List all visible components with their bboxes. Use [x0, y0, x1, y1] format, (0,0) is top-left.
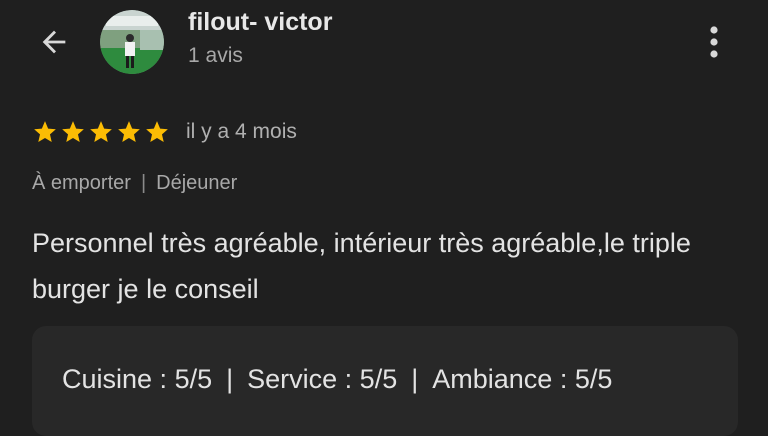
star-icon — [118, 121, 140, 142]
sub-ratings-panel: Cuisine : 5/5 | Service : 5/5 | Ambiance… — [32, 326, 738, 436]
sub-rating-separator: | — [226, 364, 234, 394]
sub-rating-food: Cuisine : 5/5 — [62, 364, 213, 394]
review-time: il y a 4 mois — [186, 120, 297, 143]
profile-photo — [100, 10, 164, 74]
star-icon — [90, 121, 112, 142]
more-options-button[interactable] — [696, 22, 732, 62]
rating-row: il y a 4 mois — [32, 118, 297, 146]
tag-takeaway: À emporter — [32, 172, 131, 194]
sub-rating-service: Service : 5/5 — [247, 364, 398, 394]
sub-rating-separator: | — [411, 364, 419, 394]
star-icon — [34, 121, 56, 142]
review-text: Personnel très agréable, intérieur très … — [32, 228, 691, 304]
avatar[interactable] — [100, 10, 164, 74]
star-icon — [146, 121, 168, 142]
star-rating — [32, 119, 170, 145]
arrow-left-icon — [42, 30, 66, 54]
reviewer-name[interactable]: filout- victor — [188, 8, 332, 37]
star-icon — [62, 121, 84, 142]
sub-ratings-row: Cuisine : 5/5 | Service : 5/5 | Ambiance… — [62, 364, 612, 395]
tag-meal: Déjeuner — [156, 172, 238, 194]
sub-rating-ambiance: Ambiance : 5/5 — [432, 364, 613, 394]
more-vert-icon — [710, 26, 718, 58]
tag-separator: | — [140, 172, 147, 194]
reviewer-review-count: 1 avis — [188, 44, 243, 67]
review-tags: À emporter | Déjeuner — [32, 172, 237, 195]
back-button[interactable] — [34, 22, 74, 62]
